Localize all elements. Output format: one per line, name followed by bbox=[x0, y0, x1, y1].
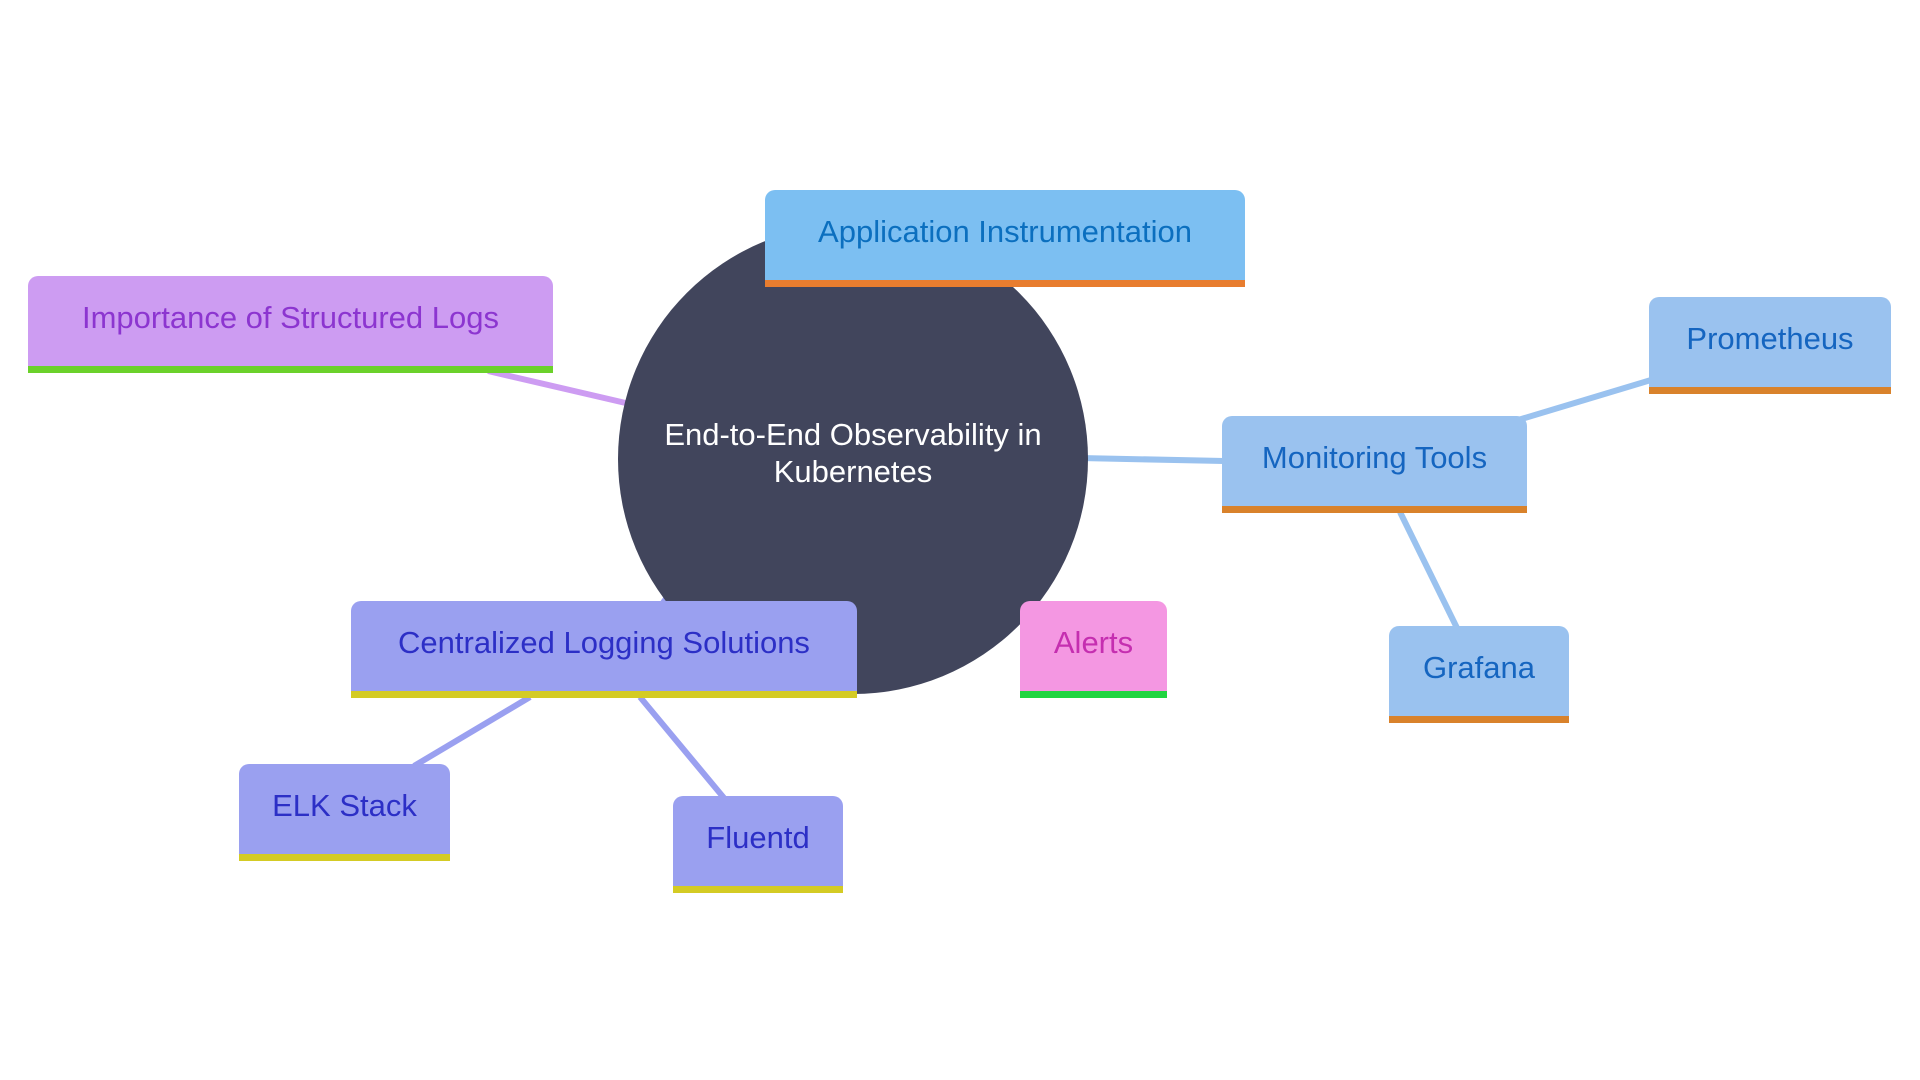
node-label: ELK Stack bbox=[272, 787, 417, 823]
node-label: Fluentd bbox=[706, 819, 810, 855]
node-label: Grafana bbox=[1422, 649, 1535, 685]
node-underline bbox=[1389, 716, 1569, 723]
node-alerts[interactable]: Alerts bbox=[1020, 601, 1167, 698]
node-centralized-logging-solutions[interactable]: Centralized Logging Solutions bbox=[351, 601, 857, 698]
node-underline bbox=[239, 854, 450, 861]
node-importance-of-structured-logs[interactable]: Importance of Structured Logs bbox=[28, 276, 553, 373]
node-elk-stack[interactable]: ELK Stack bbox=[239, 764, 450, 861]
node-label: Centralized Logging Solutions bbox=[398, 624, 810, 660]
node-label: Prometheus bbox=[1686, 320, 1854, 356]
node-underline bbox=[1222, 506, 1527, 513]
node-application-instrumentation[interactable]: Application Instrumentation bbox=[765, 190, 1245, 287]
node-label: Alerts bbox=[1053, 624, 1134, 660]
node-monitoring-tools[interactable]: Monitoring Tools bbox=[1222, 416, 1527, 513]
node-underline bbox=[351, 691, 857, 698]
edge-central-elk bbox=[412, 694, 532, 769]
node-prometheus[interactable]: Prometheus bbox=[1649, 297, 1891, 394]
node-underline bbox=[1020, 691, 1167, 698]
node-underline bbox=[673, 886, 843, 893]
node-underline bbox=[765, 280, 1245, 287]
node-underline bbox=[1649, 387, 1891, 394]
edge-root-monitor bbox=[1079, 455, 1225, 464]
node-label: Monitoring Tools bbox=[1261, 439, 1488, 475]
edge-root-importance bbox=[487, 368, 631, 407]
node-label: Importance of Structured Logs bbox=[81, 299, 499, 335]
node-underline bbox=[28, 366, 553, 373]
node-grafana[interactable]: Grafana bbox=[1389, 626, 1569, 723]
node-fluentd[interactable]: Fluentd bbox=[673, 796, 843, 893]
edge-central-fluentd bbox=[637, 695, 727, 800]
node-label: Application Instrumentation bbox=[818, 213, 1192, 249]
root-node-label: End-to-End Observability in Kubernetes bbox=[664, 417, 1042, 489]
edge-monitor-grafana bbox=[1397, 510, 1460, 630]
edge-monitor-prom bbox=[1517, 377, 1652, 423]
